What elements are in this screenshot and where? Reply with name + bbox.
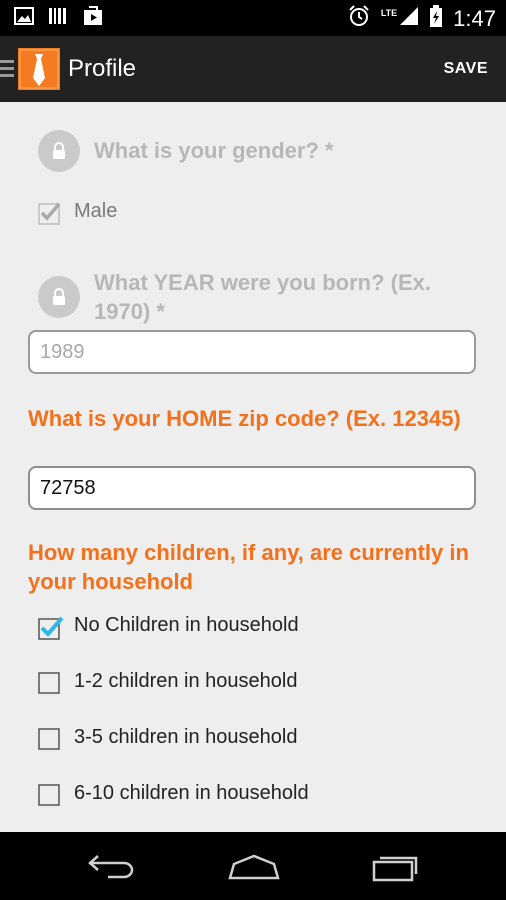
checkbox-unchecked[interactable] [38,671,60,694]
checkbox-label: 1-2 children in household [74,670,298,692]
lock-icon [38,276,80,318]
checkbox-label: Male [74,200,118,222]
checkbox-label: 3-5 children in household [74,726,298,748]
gender-question-row: What is your gender? * [38,130,334,172]
action-bar: Profile SAVE [0,36,506,102]
gender-question: What is your gender? * [94,138,334,163]
status-bar: LTE 1:47 [0,0,506,36]
profile-form: What is your gender? * Male What YEAR we… [0,102,506,832]
home-icon[interactable] [226,852,282,887]
network-type: LTE [380,7,398,18]
checkbox-unchecked[interactable] [38,783,60,806]
barcode-icon [48,7,68,30]
gender-option-male[interactable]: Male [38,200,118,225]
children-option-1-2[interactable]: 1-2 children in household [38,670,298,694]
back-icon[interactable] [86,852,138,885]
tie-app-icon[interactable] [18,48,60,90]
birth-year-field[interactable]: 1989 [28,330,476,374]
checkbox-unchecked[interactable] [38,727,60,750]
navigation-bar [0,832,506,900]
recent-apps-icon[interactable] [370,852,422,887]
children-question: How many children, if any, are currently… [28,540,469,594]
alarm-icon [347,4,371,33]
lock-icon [38,130,80,172]
zip-question: What is your HOME zip code? (Ex. 12345) [28,406,461,431]
menu-icon[interactable] [0,60,14,81]
birth-year-question: What YEAR were you born? (Ex. 1970) * [94,270,431,324]
checkbox-label: No Children in household [74,614,299,636]
play-store-icon [82,6,104,31]
birth-year-question-row: What YEAR were you born? (Ex. 1970) * [38,268,474,326]
battery-icon [429,5,443,32]
checkbox-checked[interactable] [38,615,64,640]
children-option-3-5[interactable]: 3-5 children in household [38,726,298,750]
checkbox-label: 6-10 children in household [74,782,309,804]
children-option-none[interactable]: No Children in household [38,614,299,640]
page-title: Profile [68,55,137,82]
zip-code-field[interactable]: 72758 [28,466,476,510]
signal-icon [399,6,419,31]
checkbox-male[interactable] [38,201,61,225]
image-icon [14,7,34,30]
children-option-6-10[interactable]: 6-10 children in household [38,782,309,806]
save-button[interactable]: SAVE [444,60,488,78]
status-time: 1:47 [453,5,496,31]
